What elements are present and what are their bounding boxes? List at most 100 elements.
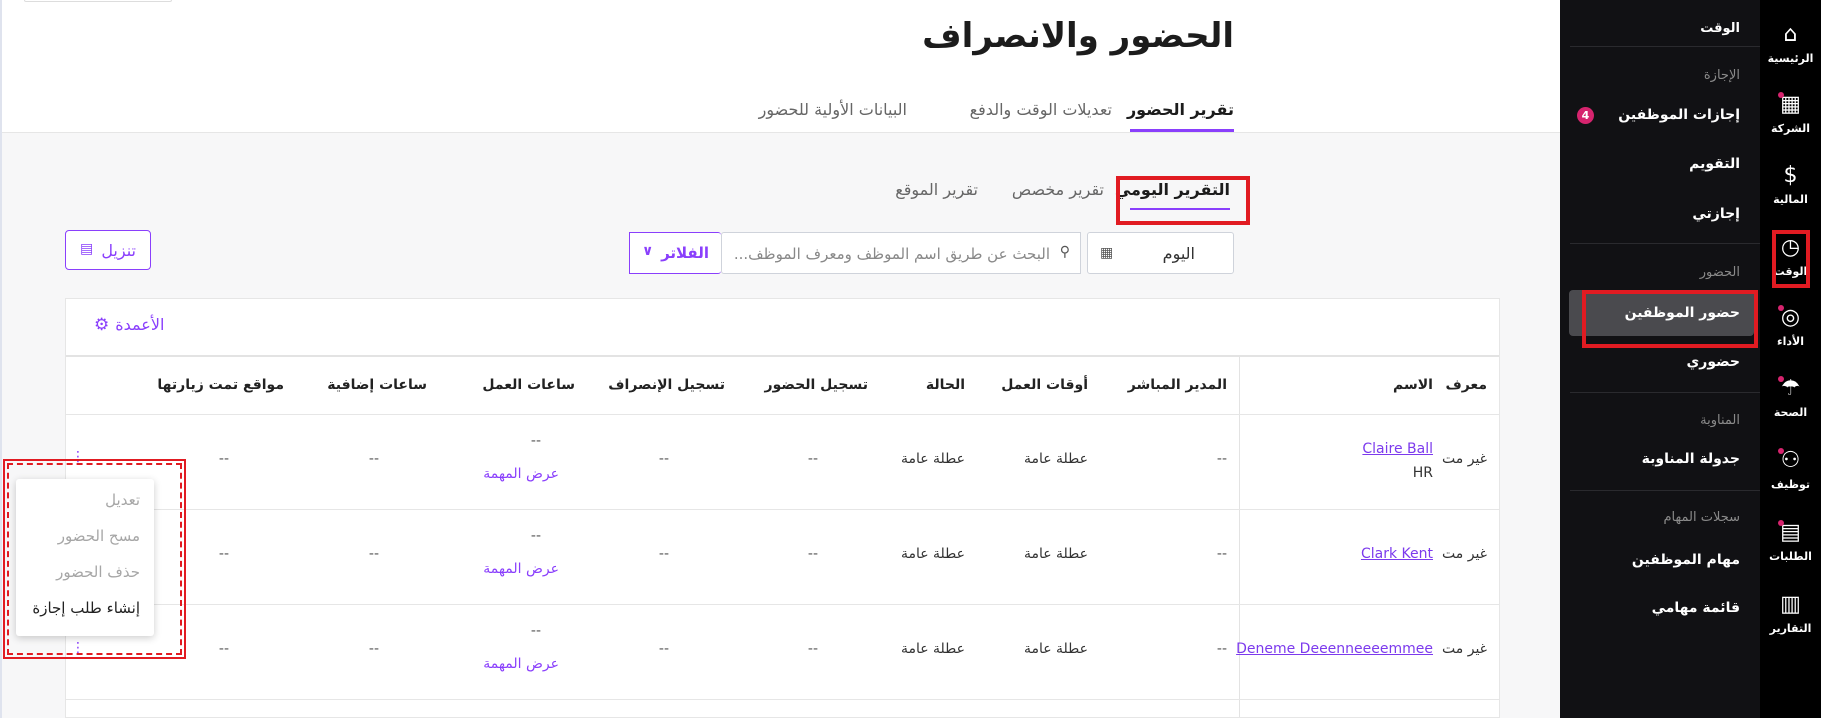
cell-check-out: -- (658, 641, 669, 657)
notification-dot (1778, 92, 1784, 98)
gear-icon: ⚙ (94, 315, 110, 335)
cell-check-in: -- (807, 546, 818, 562)
subtab-daily-report[interactable]: التقرير اليومي (1115, 180, 1230, 199)
header-status[interactable]: الحالة (926, 377, 965, 393)
cell-status: عطلة عامة (900, 641, 965, 657)
search-input[interactable]: ⚲ البحث عن طريق اسم الموظف ومعرف الموظف.… (721, 232, 1081, 274)
nav-label: الأداء (1776, 335, 1804, 348)
cell-locations: -- (218, 451, 229, 467)
cell-work-times: عطلة عامة (1023, 546, 1088, 562)
sidebar-section-shift: المناوبة (1700, 413, 1740, 428)
header-locations[interactable]: مواقع تمت زيارتها (157, 377, 284, 393)
nav-time[interactable]: ◷ الوقت (1760, 235, 1821, 278)
menu-item-clear-attendance[interactable]: مسح الحضور (58, 527, 140, 545)
view-task-link[interactable]: عرض المهمة (483, 561, 559, 577)
filters-button[interactable]: الفلاتر ∨ (629, 232, 721, 274)
nav-label: الطلبات (1769, 550, 1812, 563)
subtab-location-report[interactable]: تقرير الموقع (895, 180, 978, 199)
sidebar-section-leave: الإجازة (1703, 68, 1740, 83)
view-task-link[interactable]: عرض المهمة (483, 466, 559, 482)
cell-overtime: -- (368, 546, 379, 562)
menu-item-create-leave-request[interactable]: إنشاء طلب إجازة (32, 599, 140, 617)
download-label: تنزيل (101, 241, 136, 260)
header-overtime[interactable]: ساعات إضافية (327, 377, 427, 393)
umbrella-icon: ☂ (1780, 376, 1801, 401)
sidebar-header: الوقت (1700, 21, 1740, 36)
notification-dot (1778, 305, 1784, 311)
sidebar-section-attendance: الحضور (1699, 265, 1740, 280)
main-content: الحضور والانصراف تقرير الحضور تعديلات ال… (0, 0, 1560, 718)
header-check-in[interactable]: تسجيل الحضور (765, 377, 868, 393)
menu-item-delete-attendance[interactable]: حذف الحضور (56, 563, 140, 581)
date-picker[interactable]: اليوم ▦ (1087, 232, 1234, 274)
top-stub (24, 0, 172, 2)
notification-dot (1778, 376, 1784, 382)
tab-time-adjustments[interactable]: تعديلات الوقت والدفع (970, 100, 1112, 119)
nav-label: الوقت (1773, 265, 1808, 278)
nav-recruitment[interactable]: ⚇ توظيف (1760, 448, 1821, 491)
cell-overtime: -- (368, 451, 379, 467)
nav-label: توظيف (1771, 478, 1810, 491)
nav-performance[interactable]: ◎ الأداء (1760, 305, 1821, 348)
header-manager[interactable]: المدير المباشر (1128, 377, 1227, 393)
sidebar-item-calendar[interactable]: التقويم (1689, 156, 1740, 172)
nav-health[interactable]: ☂ الصحة (1760, 376, 1821, 419)
notification-dot (1778, 448, 1784, 454)
tab-raw-attendance[interactable]: البيانات الأولية للحضور (759, 100, 907, 119)
sidebar-item-shift-schedule[interactable]: جدولة المناوبة (1642, 451, 1740, 467)
time-sidebar: الوقت الإجازة إجازات الموظفين 4 التقويم … (1560, 0, 1760, 718)
search-placeholder: البحث عن طريق اسم الموظف ومعرف الموظف... (733, 245, 1050, 263)
calendar-icon: ▦ (1100, 245, 1114, 261)
cell-department: HR (1412, 465, 1433, 481)
sidebar-divider (1570, 46, 1760, 47)
nav-reports[interactable]: ▥ التقارير (1760, 592, 1821, 635)
cell-id: غير مت (1442, 451, 1487, 467)
cell-work-hours: -- (530, 433, 541, 449)
building-icon: ▦ (1780, 92, 1801, 117)
columns-button[interactable]: الأعمدة ⚙ (94, 315, 164, 335)
chevron-down-icon: ∨ (642, 243, 654, 259)
main-nav-rail: ⌂ الرئيسية ▦ الشركة $ المالية ◷ الوقت ◎ … (1760, 0, 1821, 718)
sidebar-divider (1570, 243, 1760, 244)
nav-home[interactable]: ⌂ الرئيسية (1760, 22, 1821, 65)
sidebar-divider (1570, 392, 1760, 393)
tab-attendance-report[interactable]: تقرير الحضور (1127, 100, 1234, 119)
chart-icon: ▥ (1780, 592, 1801, 617)
employee-name-link[interactable]: Clark Kent (1361, 546, 1433, 562)
header-id[interactable]: معرف (1445, 377, 1487, 393)
target-icon: ◎ (1780, 305, 1801, 330)
cell-manager: -- (1216, 546, 1227, 562)
sidebar-item-my-attendance[interactable]: حضوري (1686, 354, 1740, 370)
row-divider (66, 604, 1499, 605)
sidebar-item-my-leave[interactable]: إجازتي (1692, 206, 1740, 222)
header-work-times[interactable]: أوقات العمل (1001, 377, 1088, 393)
header-name[interactable]: الاسم (1393, 377, 1433, 393)
cell-work-hours: -- (530, 623, 541, 639)
cell-status: عطلة عامة (900, 451, 965, 467)
cell-work-times: عطلة عامة (1023, 641, 1088, 657)
nav-finance[interactable]: $ المالية (1760, 163, 1821, 206)
cell-manager: -- (1216, 641, 1227, 657)
view-task-link[interactable]: عرض المهمة (483, 656, 559, 672)
search-icon: ⚲ (1059, 244, 1070, 260)
employee-name-link[interactable]: Claire Ball (1362, 441, 1433, 457)
download-button[interactable]: تنزيل ▤ (65, 230, 151, 270)
subtab-custom-report[interactable]: تقرير مخصص (1012, 180, 1104, 199)
header-work-hours[interactable]: ساعات العمل (482, 377, 575, 393)
dollar-icon: $ (1783, 163, 1798, 188)
nav-label: التقارير (1769, 622, 1812, 635)
employee-name-link[interactable]: Deneme Deeenneeeemmee (1236, 641, 1433, 657)
nav-label: الشركة (1770, 122, 1810, 135)
menu-item-edit[interactable]: تعديل (105, 491, 140, 509)
cell-manager: -- (1216, 451, 1227, 467)
sidebar-item-employee-attendance[interactable]: حضور الموظفين (1625, 305, 1740, 321)
nav-label: الصحة (1773, 406, 1808, 419)
header-check-out[interactable]: تسجيل الإنصراف (608, 377, 725, 393)
sidebar-item-my-tasks[interactable]: قائمة مهامي (1652, 600, 1740, 616)
row-divider (66, 699, 1499, 700)
nav-requests[interactable]: ▤ الطلبات (1760, 520, 1821, 563)
sidebar-item-employee-leaves[interactable]: إجازات الموظفين (1618, 107, 1740, 123)
nav-company[interactable]: ▦ الشركة (1760, 92, 1821, 135)
sidebar-item-employee-tasks[interactable]: مهام الموظفين (1632, 552, 1740, 568)
cell-locations: -- (218, 546, 229, 562)
